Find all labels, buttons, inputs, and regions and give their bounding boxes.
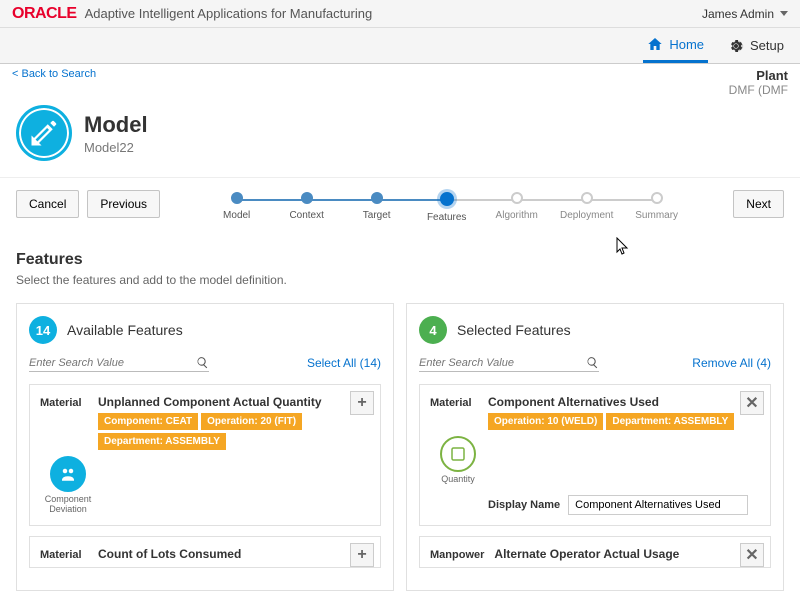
page-title: Model [84,112,148,138]
feature-name: Count of Lots Consumed [98,547,370,561]
component-deviation-icon [50,456,86,492]
feature-name: Unplanned Component Actual Quantity [98,395,370,409]
section-desc: Select the features and add to the model… [16,273,784,287]
step-summary: Summary [622,192,692,221]
feature-icon-label: Quantity [441,475,475,485]
search-icon [586,356,599,369]
available-feature-card: + Material Count of Lots Consumed [29,536,381,568]
plant-info: Plant DMF (DMF [729,68,788,97]
feature-category: Material [430,395,478,409]
feature-tag: Component: CEAT [98,413,198,430]
oracle-logo: ORACLE [12,5,77,23]
plant-value: DMF (DMF [729,83,788,97]
selected-features-panel: 4 Selected Features Remove All (4) ✕ Mat… [406,303,784,591]
chevron-down-icon [780,11,788,16]
step-target[interactable]: Target [342,192,412,221]
feature-category: Material [40,547,88,561]
search-icon [196,356,209,369]
feature-tag: Department: ASSEMBLY [606,413,734,430]
feature-tag: Operation: 10 (WELD) [488,413,603,430]
nav-setup[interactable]: Setup [724,30,788,62]
back-to-search-link[interactable]: < Back to Search [12,68,96,80]
nav-setup-label: Setup [750,38,784,53]
available-title: Available Features [67,322,183,338]
remove-feature-button[interactable]: ✕ [740,391,764,415]
step-algorithm: Algorithm [482,192,552,221]
feature-category: Manpower [430,547,484,561]
cancel-button[interactable]: Cancel [16,190,79,218]
available-count: 14 [29,316,57,344]
available-search-input[interactable] [29,357,196,369]
previous-button[interactable]: Previous [87,190,160,218]
selected-feature-card: ✕ Manpower Alternate Operator Actual Usa… [419,536,771,568]
feature-name: Component Alternatives Used [488,395,760,409]
step-features[interactable]: Features [412,192,482,223]
selected-count: 4 [419,316,447,344]
select-all-link[interactable]: Select All (14) [307,356,381,370]
available-search[interactable] [29,354,209,372]
available-feature-card: + Material Unplanned Component Actual Qu… [29,384,381,526]
feature-icon-label: Component Deviation [40,495,96,515]
next-button[interactable]: Next [733,190,784,218]
section-title: Features [16,251,784,269]
selected-feature-card: ✕ Material Component Alternatives Used O… [419,384,771,526]
step-deployment: Deployment [552,192,622,221]
display-name-label: Display Name [488,499,560,511]
remove-all-link[interactable]: Remove All (4) [692,356,771,370]
selected-search-input[interactable] [419,357,586,369]
available-features-panel: 14 Available Features Select All (14) + … [16,303,394,591]
feature-tag: Department: ASSEMBLY [98,433,226,450]
display-name-input[interactable] [568,495,748,515]
quantity-icon [440,436,476,472]
selected-title: Selected Features [457,322,571,338]
add-feature-button[interactable]: + [350,391,374,415]
nav-home-label: Home [669,37,704,52]
gear-icon [728,38,744,54]
plant-label: Plant [729,68,788,83]
selected-search[interactable] [419,354,599,372]
nav-home[interactable]: Home [643,28,708,63]
feature-category: Material [40,395,88,409]
step-context[interactable]: Context [272,192,342,221]
remove-feature-button[interactable]: ✕ [740,543,764,567]
model-icon [16,105,72,161]
wizard-stepper: Model Context Target Features Algorithm … [202,192,692,223]
model-name: Model22 [84,140,148,155]
user-menu[interactable]: James Admin [702,7,788,21]
app-title: Adaptive Intelligent Applications for Ma… [85,6,373,21]
add-feature-button[interactable]: + [350,543,374,567]
step-model[interactable]: Model [202,192,272,221]
feature-tag: Operation: 20 (FIT) [201,413,302,430]
feature-name: Alternate Operator Actual Usage [494,547,760,561]
home-icon [647,36,663,52]
user-name: James Admin [702,7,774,21]
